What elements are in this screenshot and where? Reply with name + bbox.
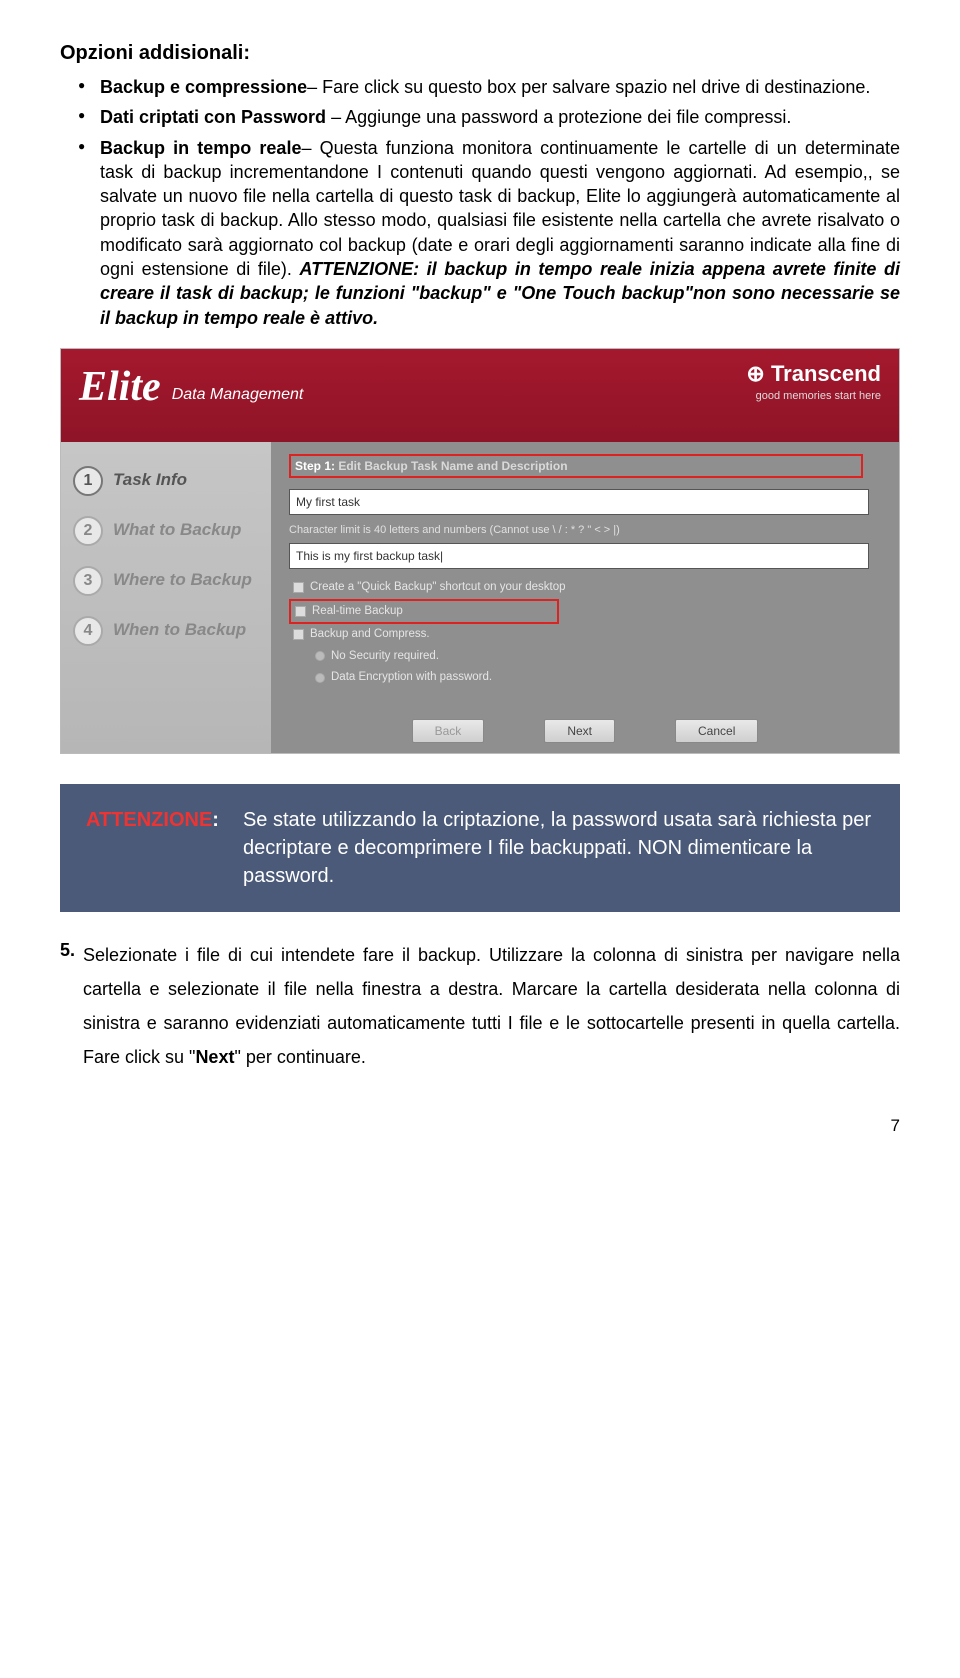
attention-colon: :: [212, 809, 219, 831]
opt-data-encryption[interactable]: Data Encryption with password.: [311, 667, 881, 689]
bullet-compress-text: – Fare click su questo box per salvare s…: [307, 77, 870, 97]
sidebar-step-3-label: Where to Backup: [113, 569, 252, 592]
opt-nosec-label: No Security required.: [331, 649, 439, 665]
next-button[interactable]: Next: [544, 719, 615, 743]
options-heading: Opzioni addisionali:: [60, 40, 900, 67]
brand-tagline: good memories start here: [746, 389, 881, 404]
bullet-password-label: Dati criptati con Password: [100, 107, 326, 127]
opt-backup-compress[interactable]: Backup and Compress.: [289, 624, 881, 646]
step-subtitle: Edit Backup Task Name and Description: [335, 459, 568, 473]
bullet-realtime-label: Backup in tempo reale: [100, 138, 301, 158]
options-group: Create a "Quick Backup" shortcut on your…: [289, 577, 881, 689]
back-button[interactable]: Back: [412, 719, 485, 743]
bullet-realtime: Backup in tempo reale– Questa funziona m…: [84, 136, 900, 330]
app-header: Elite Data Management ⊕ Transcend good m…: [61, 349, 899, 442]
task-desc-input[interactable]: This is my first backup task|: [289, 543, 869, 569]
char-limit-hint: Character limit is 40 letters and number…: [289, 523, 881, 538]
wizard-buttons: Back Next Cancel: [271, 705, 899, 753]
task-name-input[interactable]: My first task: [289, 489, 869, 515]
bullet-compress-label: Backup e compressione: [100, 77, 307, 97]
wizard-sidebar: 1 Task Info 2 What to Backup 3 Where to Bac…: [61, 442, 271, 753]
bullet-password: Dati criptati con Password – Aggiunge un…: [84, 105, 900, 129]
wizard-main: Step 1: Edit Backup Task Name and Descri…: [271, 442, 899, 705]
app-subtitle: Data Management: [172, 386, 304, 403]
brand-logo: ⊕ Transcend: [746, 359, 881, 389]
page-number: 7: [60, 1115, 900, 1138]
sidebar-step-3[interactable]: 3 Where to Backup: [61, 556, 271, 606]
bullet-compress: Backup e compressione– Fare click su que…: [84, 75, 900, 99]
step-number-2: 2: [73, 516, 103, 546]
step-header-box: Step 1: Edit Backup Task Name and Descri…: [289, 454, 863, 478]
opt-compress-label: Backup and Compress.: [310, 627, 430, 643]
app-screenshot: Elite Data Management ⊕ Transcend good m…: [60, 348, 900, 754]
sidebar-step-4-label: When to Backup: [113, 619, 246, 642]
opt-quick-backup[interactable]: Create a "Quick Backup" shortcut on your…: [289, 577, 881, 599]
radio-icon: [315, 673, 325, 683]
checkbox-icon: [293, 582, 304, 593]
radio-icon: [315, 651, 325, 661]
checkbox-icon: [295, 606, 306, 617]
bullet-password-text: – Aggiunge una password a protezione dei…: [326, 107, 791, 127]
step-label: Step 1:: [295, 459, 335, 473]
opt-enc-label: Data Encryption with password.: [331, 670, 492, 686]
opt-no-security[interactable]: No Security required.: [311, 646, 881, 668]
attention-text: Se state utilizzando la criptazione, la …: [243, 806, 874, 890]
brand-block: ⊕ Transcend good memories start here: [746, 359, 881, 404]
brand-name: Transcend: [771, 361, 881, 386]
step-5-paragraph: Selezionate i file di cui intendete fare…: [83, 938, 900, 1075]
checkbox-icon: [293, 629, 304, 640]
cancel-button[interactable]: Cancel: [675, 719, 758, 743]
step-5-text-b: " per continuare.: [234, 1047, 365, 1067]
step-number-1: 1: [73, 466, 103, 496]
app-title: Elite: [79, 364, 161, 410]
opt-realtime-label: Real-time Backup: [312, 604, 403, 620]
sidebar-step-2-label: What to Backup: [113, 519, 241, 542]
attention-word: ATTENZIONE: [86, 809, 212, 831]
app-title-block: Elite Data Management: [79, 359, 303, 416]
sidebar-step-4[interactable]: 4 When to Backup: [61, 606, 271, 656]
opt-quick-label: Create a "Quick Backup" shortcut on your…: [310, 580, 566, 596]
attention-label: ATTENZIONE:: [86, 806, 219, 890]
step-5-block: 5. Selezionate i file di cui intendete f…: [60, 938, 900, 1075]
opt-realtime-backup[interactable]: Real-time Backup: [291, 601, 557, 623]
wizard-main-wrap: Step 1: Edit Backup Task Name and Descri…: [271, 442, 899, 753]
sidebar-step-2[interactable]: 2 What to Backup: [61, 506, 271, 556]
app-body: 1 Task Info 2 What to Backup 3 Where to Bac…: [61, 442, 899, 753]
realtime-highlight: Real-time Backup: [289, 599, 559, 625]
bullet-realtime-text: – Questa funziona monitora continuamente…: [100, 138, 900, 279]
sidebar-step-1-label: Task Info: [113, 469, 187, 492]
step-number-4: 4: [73, 616, 103, 646]
step-5-number: 5.: [60, 938, 75, 1075]
attention-box: ATTENZIONE: Se state utilizzando la crip…: [60, 784, 900, 912]
sidebar-step-1[interactable]: 1 Task Info: [61, 456, 271, 506]
step-number-3: 3: [73, 566, 103, 596]
step-5-next-word: Next: [195, 1047, 234, 1067]
options-list: Backup e compressione– Fare click su que…: [60, 75, 900, 330]
